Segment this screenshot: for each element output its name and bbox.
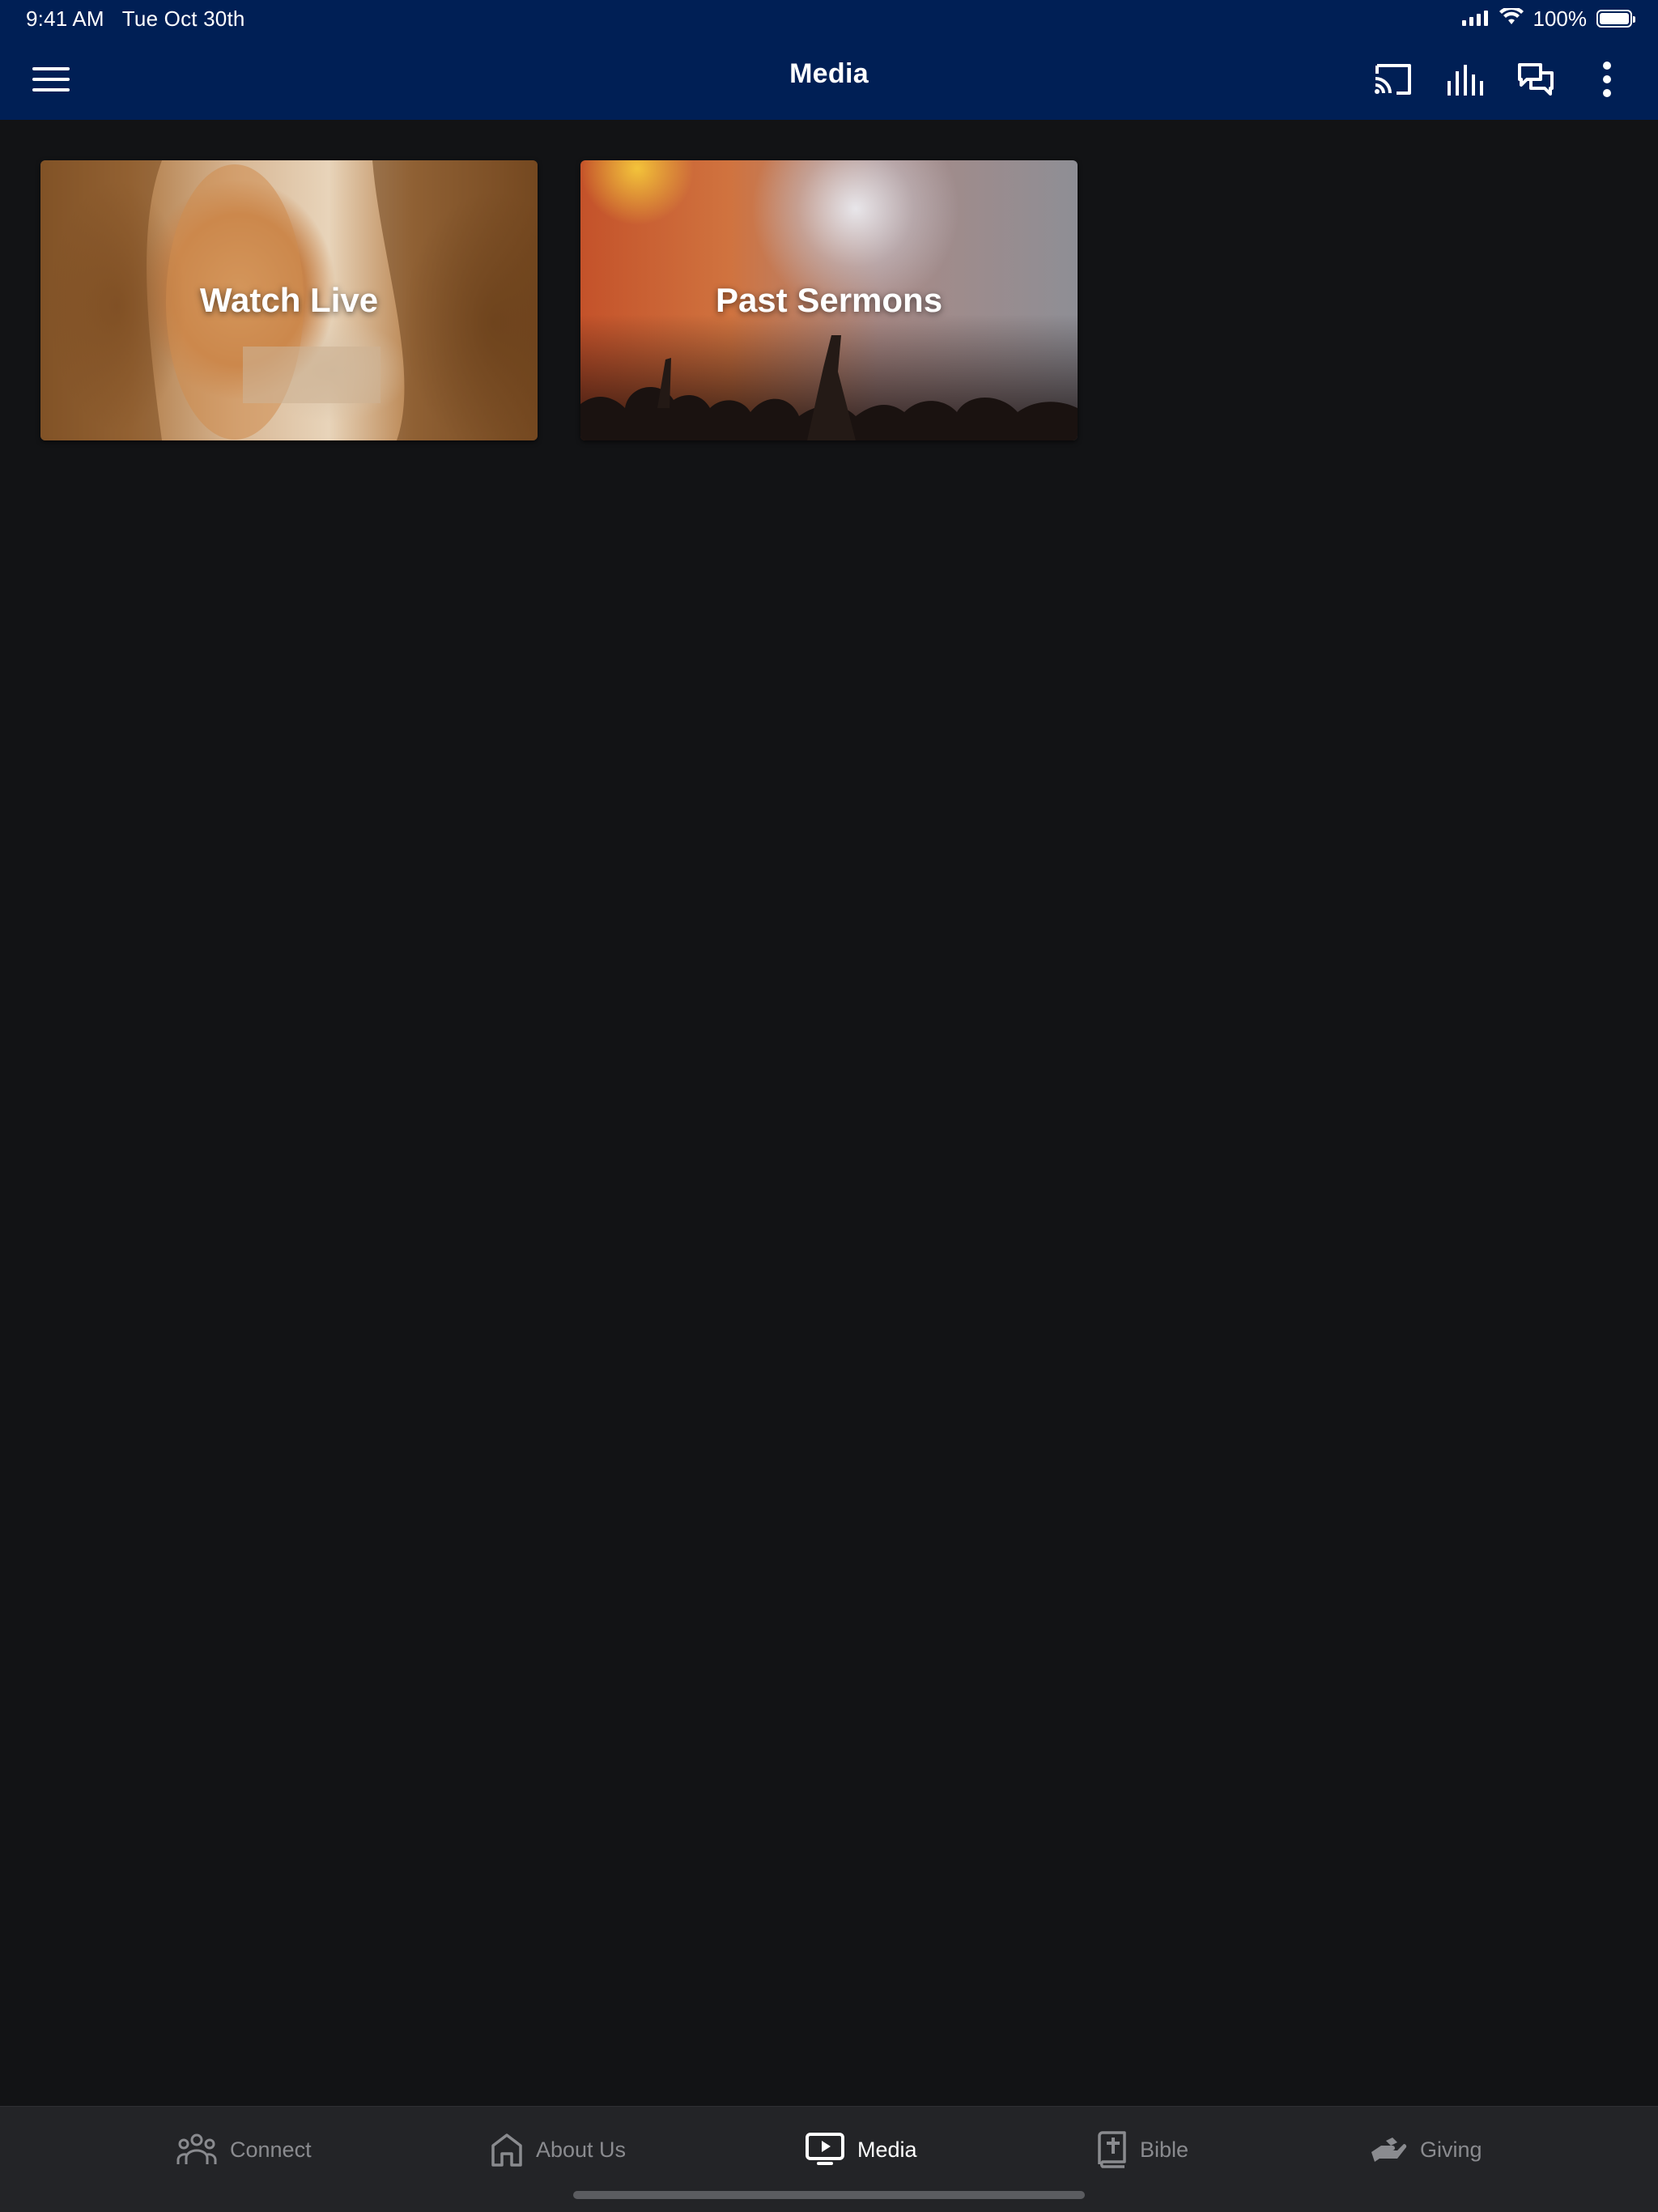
status-bar-right: 100% [1461, 6, 1635, 32]
bottom-tab-bar: Connect About Us Media Bible Giving [0, 2106, 1658, 2212]
watch-live-image [40, 160, 538, 440]
tv-play-icon [806, 2133, 844, 2167]
battery-percent: 100% [1533, 6, 1588, 31]
tab-about-us[interactable]: About Us [491, 2128, 626, 2172]
tab-bible-label: Bible [1140, 2137, 1189, 2162]
people-icon [176, 2133, 217, 2166]
audio-bars-icon[interactable] [1437, 55, 1494, 104]
cast-icon[interactable] [1365, 55, 1422, 104]
giving-hand-icon [1370, 2136, 1407, 2163]
status-date: Tue Oct 30th [121, 6, 245, 31]
tab-giving-label: Giving [1420, 2137, 1482, 2162]
status-bar-left: 9:41 AM Tue Oct 30th [26, 6, 245, 31]
tab-media[interactable]: Media [806, 2128, 917, 2172]
header-bar: 9:41 AM Tue Oct 30th 100% Media [0, 0, 1658, 120]
status-time: 9:41 AM [26, 6, 104, 31]
tab-giving[interactable]: Giving [1370, 2128, 1482, 2172]
app-root: 9:41 AM Tue Oct 30th 100% Media Watch Li… [0, 0, 1658, 2212]
tab-about-us-label: About Us [536, 2137, 627, 2162]
tab-media-label: Media [857, 2137, 917, 2162]
tab-connect[interactable]: Connect [176, 2128, 312, 2172]
tab-bible[interactable]: Bible [1098, 2128, 1188, 2172]
home-indicator[interactable] [573, 2191, 1085, 2199]
wifi-icon [1499, 6, 1524, 32]
home-icon [491, 2133, 523, 2167]
battery-icon [1596, 10, 1635, 28]
bible-icon [1098, 2131, 1127, 2168]
more-vertical-icon[interactable] [1579, 55, 1635, 104]
past-sermons-image [580, 160, 1078, 440]
watch-live-card[interactable]: Watch Live [40, 160, 538, 440]
chat-icon[interactable] [1507, 55, 1564, 104]
signal-icon [1461, 6, 1490, 32]
past-sermons-card[interactable]: Past Sermons [580, 160, 1078, 440]
tab-connect-label: Connect [230, 2137, 312, 2162]
